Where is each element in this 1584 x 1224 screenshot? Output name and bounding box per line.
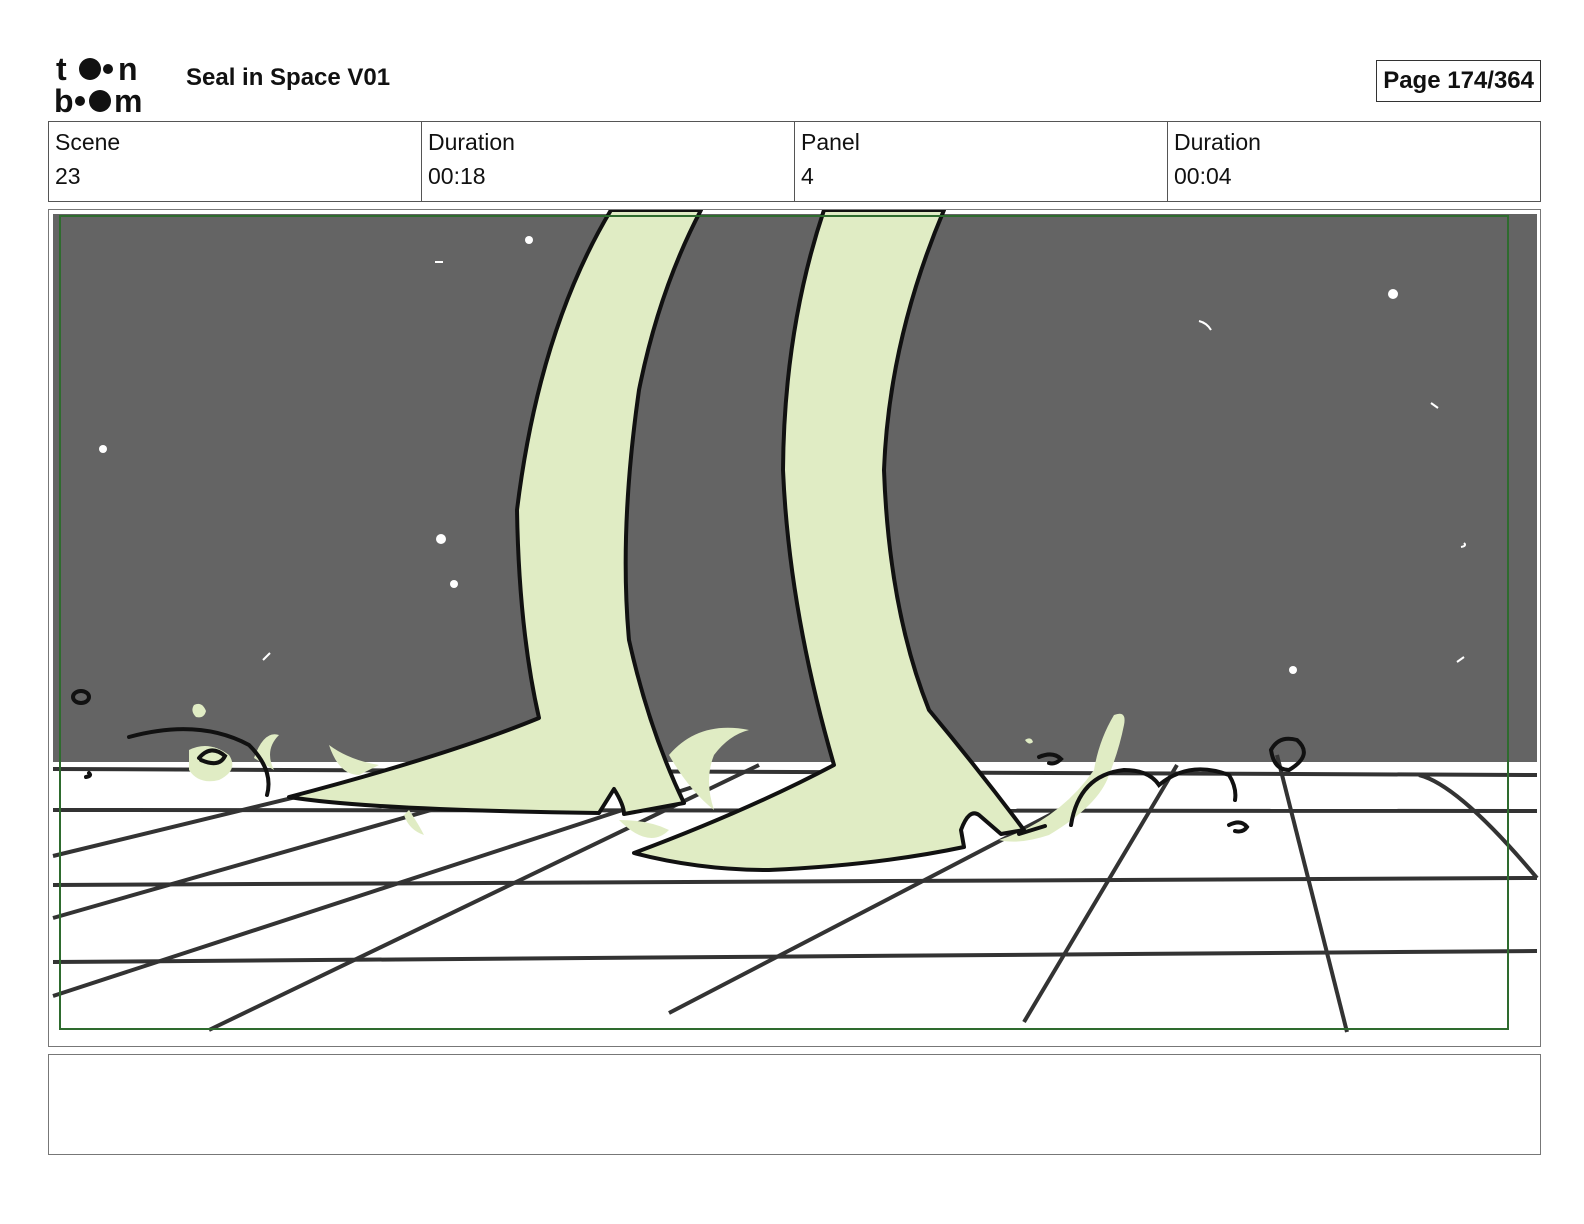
panel-notes	[48, 1054, 1541, 1155]
panel-value: 4	[801, 163, 814, 189]
scene-duration-label: Duration	[428, 129, 515, 155]
storyboard-header: t n b m Seal in Space V01 Page 174/364	[48, 48, 1541, 114]
panel-duration-cell: Duration 00:04	[1167, 122, 1540, 201]
page-indicator: Page 174/364	[1376, 60, 1541, 102]
panel-duration-value: 00:04	[1174, 163, 1232, 189]
panel-cell: Panel 4	[794, 122, 1167, 201]
svg-text:t: t	[56, 52, 67, 87]
scene-cell: Scene 23	[49, 122, 421, 201]
svg-text:m: m	[114, 83, 142, 114]
scene-label: Scene	[55, 129, 121, 155]
scene-value: 23	[55, 163, 81, 189]
svg-text:n: n	[118, 52, 138, 87]
panel-drawing	[52, 210, 1539, 1042]
storyboard-panel	[48, 209, 1541, 1047]
project-title: Seal in Space V01	[186, 64, 391, 91]
panel-duration-label: Duration	[1174, 129, 1261, 155]
svg-text:b: b	[54, 83, 74, 114]
scene-info-table: Scene 23 Duration 00:18 Panel 4 Duration…	[48, 121, 1541, 202]
toonboom-logo: t n b m	[54, 52, 142, 114]
scene-duration-cell: Duration 00:18	[421, 122, 794, 201]
scene-duration-value: 00:18	[428, 163, 486, 189]
panel-label: Panel	[801, 129, 860, 155]
